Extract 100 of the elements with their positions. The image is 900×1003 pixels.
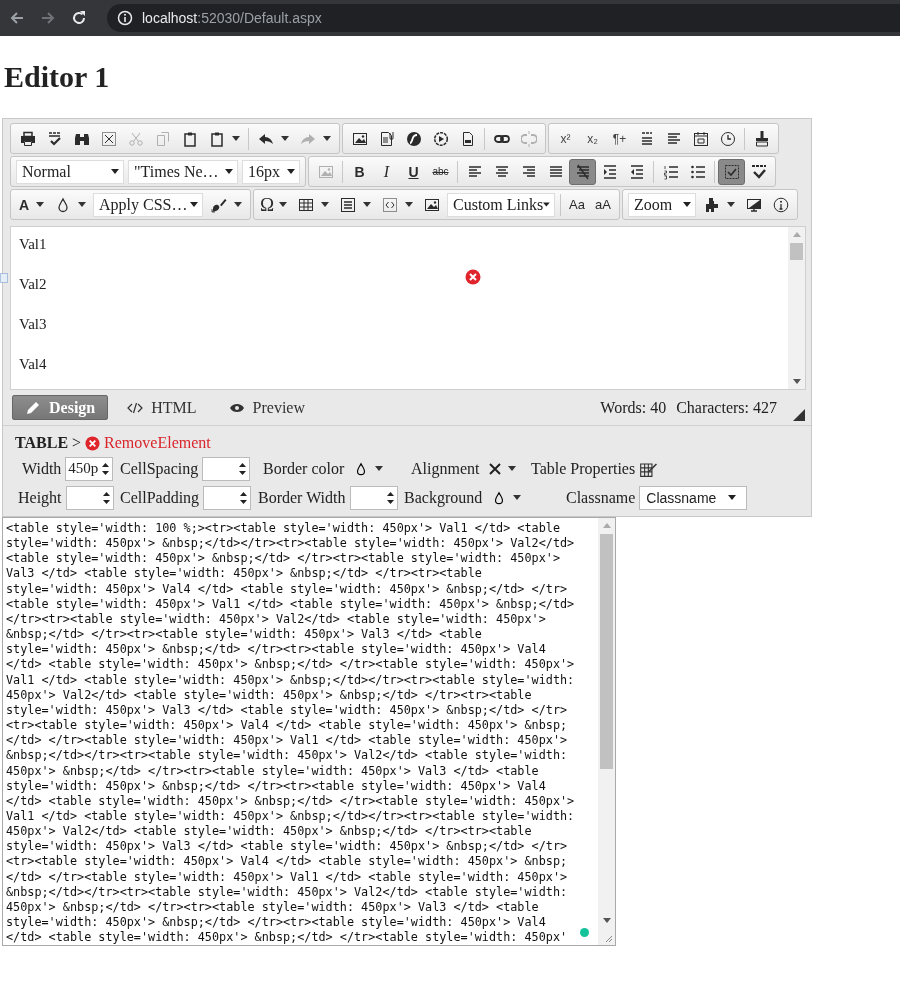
code-block-icon — [381, 196, 398, 213]
spinner-icon[interactable] — [239, 460, 247, 477]
dropdown[interactable]: Apply CSS… — [93, 192, 203, 217]
underline-button[interactable]: U — [400, 158, 427, 185]
code-line: </tr><tr><table style='width: 450px'> Val2</td> <table style='width: 450px'> — [6, 611, 546, 628]
caret-icon[interactable] — [279, 202, 287, 207]
table-handle-icon[interactable] — [0, 273, 8, 283]
scrollbar[interactable] — [788, 227, 805, 389]
fullscreen-icon — [100, 130, 117, 147]
code-line: 450px'> Val2</td> <table style='width: 450px'> &nbsp;</td> </tr><tr><table — [6, 824, 532, 840]
scrollbar[interactable] — [598, 518, 615, 945]
dropdown[interactable]: Zoom — [628, 192, 696, 217]
caret-icon — [508, 466, 517, 471]
caret-icon — [287, 169, 295, 174]
document-attachment-icon — [378, 130, 395, 147]
classname-dropdown[interactable]: Classname — [639, 485, 748, 510]
scroll-down-icon[interactable] — [602, 918, 611, 923]
code-line: style='width: 450px'> &nbsp;</td> </tr><tr><table style='width: 450px'> Val4 — [6, 778, 546, 794]
field-label: Table Properties — [531, 459, 636, 478]
code-line: <tr><table style='width: 450px'> Val4 </td> <table style='width: 450px'> &nbsp; — [6, 854, 568, 870]
resize-handle-icon[interactable] — [793, 408, 805, 421]
caret-icon — [513, 495, 522, 500]
code-line: <tr><table style='width: 450px'> Val4 </td> <table style='width: 450px'> &nbsp; — [6, 718, 568, 734]
caret-icon[interactable] — [232, 136, 240, 141]
paragraph-mark-button[interactable]: ¶+ — [606, 125, 633, 152]
superscript-button[interactable]: x² — [552, 125, 579, 152]
remove-icon[interactable] — [85, 435, 101, 451]
spinner-icon[interactable] — [102, 460, 110, 477]
code-line: <table style='width: 450px'> Val1 </td> <table style='width: 450px'> &nbsp;</td> — [6, 596, 575, 612]
italic-button[interactable]: I — [373, 158, 400, 185]
mode-tab[interactable]: Design — [12, 395, 109, 420]
breadcrumb-tag[interactable]: TABLE — [15, 434, 69, 452]
mode-tab[interactable]: Preview — [215, 395, 318, 420]
caret-icon — [375, 466, 384, 471]
reload-icon[interactable] — [71, 10, 87, 26]
toggle-case-button[interactable]: aA — [590, 191, 616, 218]
forward-icon[interactable] — [40, 10, 56, 26]
caret-icon[interactable] — [78, 202, 86, 207]
code-line: &nbsp;</td> </tr><tr><table style='width: 450px'> Val3 </td> <table — [6, 627, 482, 643]
source-textarea[interactable] — [2, 517, 616, 946]
printer-icon — [19, 130, 36, 147]
sentence-case-button[interactable]: Aa — [564, 191, 590, 218]
dropdown[interactable]: 16px — [242, 159, 300, 184]
code-line: style='width: 450px'> &nbsp;</td></tr><tr><table style='width: 450px'> Val2</td> — [6, 536, 575, 552]
spinner-icon[interactable] — [240, 489, 248, 506]
mode-tab[interactable]: HTML — [114, 395, 210, 420]
subscript-button[interactable]: x₂ — [579, 125, 606, 152]
brush-icon — [210, 196, 227, 213]
address-bar[interactable]: localhost:52030/Default.aspx — [107, 4, 900, 32]
code-line: </td> <table style='width: 450px'> &nbsp;</td> </tr><table style='width: 450px' — [6, 930, 568, 945]
clipboard-icon — [181, 130, 198, 147]
spinner-icon[interactable] — [386, 489, 394, 506]
info-icon[interactable] — [117, 10, 133, 26]
code-line: </td> <table style='width: 450px'> &nbsp;</td> </tr><table style='width: 450px'> — [6, 793, 575, 809]
bold-button[interactable]: B — [346, 158, 373, 185]
number-field[interactable] — [202, 456, 251, 481]
scissors-icon — [127, 130, 144, 147]
caret-icon[interactable] — [727, 202, 735, 207]
dropdown[interactable]: Custom Links — [447, 192, 555, 217]
field-label: Width — [22, 459, 62, 478]
paragraph-text: Val1 — [19, 235, 47, 254]
pencil-icon — [25, 399, 41, 416]
code-line: style='width: 450px'> Val3 </td> <table style='width: 450px'> &nbsp;</td> </tr> — [6, 702, 568, 719]
symbol-button[interactable]: Ω — [257, 191, 277, 218]
caret-icon[interactable] — [323, 136, 331, 141]
number-field[interactable]: 450p — [65, 456, 114, 481]
code-line: Val1 </td> <table style='width: 450px'> &nbsp;</td></tr><tr><table style='width: — [6, 672, 575, 688]
caret-icon[interactable] — [36, 202, 44, 207]
image-icon — [351, 130, 368, 147]
scroll-down-icon[interactable] — [792, 379, 801, 384]
dropdown[interactable]: Normal — [16, 159, 124, 184]
number-field[interactable] — [349, 485, 398, 510]
caret-icon[interactable] — [363, 202, 371, 207]
field-label: CellSpacing — [120, 459, 199, 478]
design-area[interactable]: Val1 Val2 Val3 Val4 — [10, 226, 806, 390]
caret-icon[interactable] — [234, 202, 242, 207]
caret-icon[interactable] — [321, 202, 329, 207]
caret-icon[interactable] — [405, 202, 413, 207]
remove-format-button[interactable] — [569, 158, 596, 185]
number-field[interactable] — [203, 485, 252, 510]
strikethrough-button[interactable]: abc — [427, 158, 454, 185]
spinner-icon[interactable] — [102, 489, 110, 506]
code-line: style='width: 450px'> &nbsp;</td> </tr><tr><table style='width: 450px'> Val4 — [6, 642, 546, 658]
page-title: Editor 1 — [4, 59, 111, 95]
number-field[interactable] — [65, 485, 114, 510]
broken-link-icon — [520, 130, 537, 147]
caret-icon[interactable] — [281, 136, 289, 141]
indent-icon — [601, 163, 618, 180]
error-icon[interactable] — [465, 269, 481, 285]
resize-grip-icon[interactable] — [603, 933, 613, 943]
back-icon[interactable] — [9, 10, 25, 26]
align-center-icon — [493, 163, 510, 180]
dropdown[interactable]: "Times Ne… — [128, 159, 238, 184]
remove-element-link[interactable]: RemoveElement — [104, 434, 211, 452]
scroll-thumb[interactable] — [790, 243, 803, 260]
table-icon — [297, 196, 314, 213]
word-count: Words: 40 — [600, 398, 667, 417]
scroll-thumb[interactable] — [600, 534, 613, 769]
monitor-icon — [745, 196, 762, 213]
font-color-button[interactable]: A — [14, 191, 34, 218]
